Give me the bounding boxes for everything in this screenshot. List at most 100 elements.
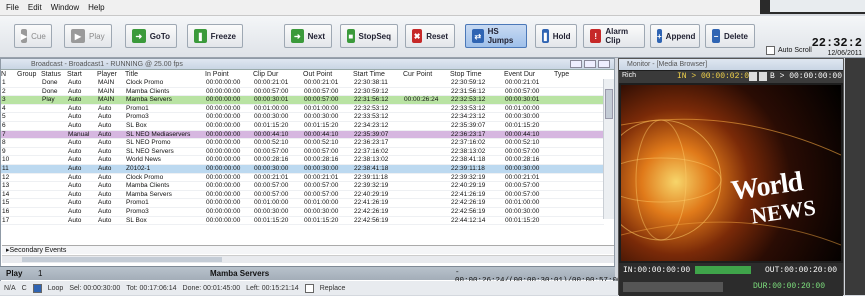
replace-checkbox[interactable] (304, 283, 314, 293)
table-cell: 00:00:00:00 (205, 138, 253, 148)
table-cell: 00:00:44:10 (253, 130, 303, 140)
table-cell: 00:00:57:00 (504, 190, 554, 200)
table-cell (17, 198, 41, 208)
hs-jumps-button[interactable]: ⇄ HS Jumps (465, 24, 527, 48)
column-header[interactable]: Stop Time (450, 70, 504, 79)
monitor-title: Monitor - [Media Browser] (619, 59, 843, 70)
cue-button[interactable]: ▶ Cue (14, 24, 52, 48)
table-cell: 22:38:13:02 (450, 147, 504, 157)
delete-button[interactable]: − Delete (705, 24, 755, 48)
column-header[interactable]: Type (554, 70, 604, 79)
minimize-icon[interactable] (570, 60, 582, 68)
restore-icon[interactable] (584, 60, 596, 68)
column-header[interactable]: Start Time (353, 70, 403, 79)
table-row[interactable]: 10 Auto Auto World News 00:00:00:00 00:00:28:… (1, 155, 604, 165)
table-cell (403, 138, 450, 148)
table-row[interactable]: 3 Play Auto MAIN Mamba Servers 00:00:00:00 00:… (1, 95, 604, 105)
table-cell: Auto (97, 198, 125, 208)
table-cell (17, 130, 41, 140)
column-header[interactable]: Event Dur (504, 70, 554, 79)
menu-help[interactable]: Help (88, 3, 104, 12)
table-row[interactable]: 9 Auto Auto SL NEO Servers 00:00:00:00 00:00:… (1, 147, 604, 157)
table-cell: 22:34:23:12 (450, 112, 504, 122)
horizontal-scrollbar[interactable] (2, 255, 614, 263)
table-cell: 00:00:00:00 (205, 155, 253, 165)
auto-scroll-toggle[interactable]: Auto Scroll (766, 46, 812, 55)
table-cell: 00:00:30:00 (504, 112, 554, 122)
table-row[interactable]: 7 Manual Auto SL NEO Mediaservers 00:00:00:0… (1, 130, 604, 140)
table-cell (403, 79, 450, 88)
loop-checkbox[interactable] (32, 283, 42, 293)
table-cell: Auto (67, 104, 97, 114)
menu-file[interactable]: File (6, 3, 19, 12)
scroll-thumb[interactable] (605, 89, 613, 119)
table-row[interactable]: 8 Auto Auto SL NEO Promo 00:00:00:00 00:00:52… (1, 138, 604, 148)
column-header[interactable]: Start (67, 70, 97, 79)
close-icon[interactable] (598, 60, 610, 68)
reset-button[interactable]: ✖ Reset (405, 24, 455, 48)
secondary-events[interactable]: ▸Secondary Events (2, 245, 614, 254)
table-cell: 2 (1, 87, 17, 97)
hold-button[interactable]: ❚ Hold (535, 24, 577, 48)
table-cell: Promo3 (125, 207, 205, 217)
table-row[interactable]: 1 Done Auto MAIN Clock Promo 00:00:00:00 00:00… (1, 79, 604, 88)
table-row[interactable]: 11 Auto Auto Z0102-1 00:00:00:00 00:00:30:00 0… (1, 164, 604, 174)
append-button[interactable]: + Append (650, 24, 700, 48)
table-cell: 22:37:16:02 (450, 138, 504, 148)
table-cell (17, 164, 41, 174)
next-frame-icon[interactable] (759, 72, 767, 81)
table-cell (403, 207, 450, 217)
column-header[interactable]: Out Point (303, 70, 353, 79)
column-header[interactable]: In Point (205, 70, 253, 79)
column-header[interactable]: Status (41, 70, 67, 79)
column-header[interactable]: Title (125, 70, 205, 79)
footer-left: Left: 00:15:21:14 (246, 284, 299, 292)
column-header[interactable]: Clip Dur (253, 70, 303, 79)
table-cell: 22:31:56:12 (450, 87, 504, 97)
table-row[interactable]: 2 Done Auto MAIN Mamba Clients 00:00:00:00 00:… (1, 87, 604, 97)
table-cell: 17 (1, 216, 17, 226)
table-row[interactable]: 6 Auto Auto SL Box 00:00:00:00 00:01:15:20 00:… (1, 121, 604, 131)
stopseq-button[interactable]: ■ StopSeq (340, 24, 398, 48)
next-label: Next (307, 31, 325, 41)
menu-edit[interactable]: Edit (28, 3, 42, 12)
table-row[interactable]: 14 Auto Auto Mamba Servers 00:00:00:00 00:00:… (1, 190, 604, 200)
table-cell (41, 112, 67, 122)
table-row[interactable]: 13 Auto Auto Mamba Clients 00:00:00:00 00:00:… (1, 181, 604, 191)
table-cell: Promo1 (125, 198, 205, 208)
alarm-clip-button[interactable]: ! Alarm Clip (583, 24, 645, 48)
auto-scroll-checkbox[interactable] (766, 46, 775, 55)
alarm-clip-label: Alarm Clip (605, 27, 629, 45)
column-header[interactable]: N (1, 70, 17, 79)
table-cell: 00:00:57:00 (253, 181, 303, 191)
table-row[interactable]: 15 Auto Auto Promo1 00:00:00:00 00:01:00:00 00… (1, 198, 604, 208)
table-cell: 00:01:15:20 (504, 216, 554, 226)
table-row[interactable]: 4 Auto Auto Promo1 00:00:00:00 00:01:00:00 00:… (1, 104, 604, 114)
table-cell: 00:00:00:00 (205, 181, 253, 191)
column-header[interactable]: Group (17, 70, 41, 79)
table-row[interactable]: 17 Auto Auto SL Box 00:00:00:00 00:01:15:20 00… (1, 216, 604, 226)
goto-button[interactable]: ➜ GoTo (125, 24, 177, 48)
table-row[interactable]: 16 Auto Auto Promo3 00:00:00:00 00:00:30:00 00… (1, 207, 604, 217)
transport-buttons[interactable] (623, 282, 723, 292)
column-header[interactable]: Player (97, 70, 125, 79)
play-button[interactable]: ▶ Play (64, 24, 112, 48)
table-cell: 00:00:00:00 (205, 121, 253, 131)
monitor-controls: IN:00:00:00:00 OUT:00:00:20:00 DUR:00:00… (619, 263, 843, 296)
table-cell: 1 (1, 79, 17, 88)
vertical-scrollbar[interactable] (603, 79, 614, 219)
prev-frame-icon[interactable] (749, 72, 757, 81)
table-cell: Auto (67, 147, 97, 157)
table-cell: SL Box (125, 216, 205, 226)
table-row[interactable]: 12 Auto Auto Clock Promo 00:00:00:00 00:00:21… (1, 173, 604, 183)
hscroll-thumb[interactable] (22, 257, 222, 262)
table-row[interactable]: 5 Auto Auto Promo3 00:00:00:00 00:00:30:00 00:… (1, 112, 604, 122)
table-cell: 22:41:26:19 (450, 190, 504, 200)
column-header[interactable]: Cur Point (403, 70, 450, 79)
table-cell: 22:33:53:12 (353, 112, 403, 122)
menu-window[interactable]: Window (51, 3, 79, 12)
table-cell (41, 121, 67, 131)
next-button[interactable]: ➜ Next (284, 24, 332, 48)
table-cell: Auto (67, 164, 97, 174)
freeze-button[interactable]: ❚ Freeze (187, 24, 243, 48)
